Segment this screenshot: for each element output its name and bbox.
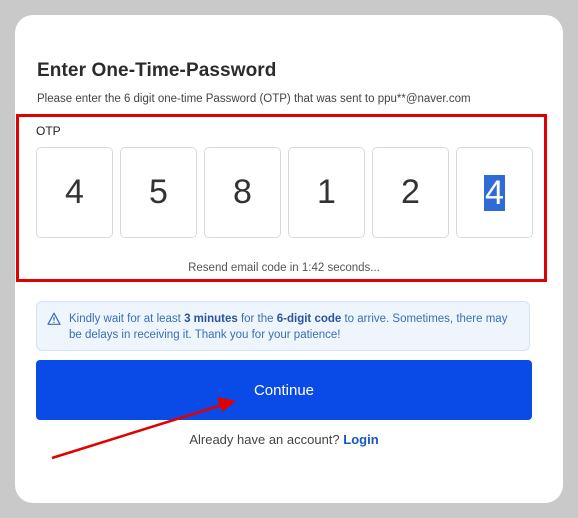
otp-card: Enter One-Time-Password Please enter the… <box>15 15 563 503</box>
info-alert: Kindly wait for at least 3 minutes for t… <box>36 301 530 351</box>
continue-button[interactable]: Continue <box>36 360 532 420</box>
otp-digit-5[interactable]: 2 <box>372 147 449 238</box>
warning-triangle-icon <box>47 312 61 325</box>
alert-message: Kindly wait for at least 3 minutes for t… <box>69 313 508 341</box>
otp-digit-1[interactable]: 4 <box>36 147 113 238</box>
resend-timer: Resend email code in 1:42 seconds... <box>188 262 380 274</box>
login-prompt-row: Already have an account? Login <box>15 432 553 447</box>
otp-digit-2[interactable]: 5 <box>120 147 197 238</box>
otp-digit-6[interactable]: 4 <box>456 147 533 238</box>
page-title: Enter One-Time-Password <box>37 60 277 81</box>
login-prompt-text: Already have an account? <box>189 432 340 447</box>
otp-label: OTP <box>36 124 61 138</box>
otp-digit-4[interactable]: 1 <box>288 147 365 238</box>
login-link[interactable]: Login <box>343 432 378 447</box>
otp-digit-3[interactable]: 8 <box>204 147 281 238</box>
otp-instructions: Please enter the 6 digit one-time Passwo… <box>37 93 471 105</box>
